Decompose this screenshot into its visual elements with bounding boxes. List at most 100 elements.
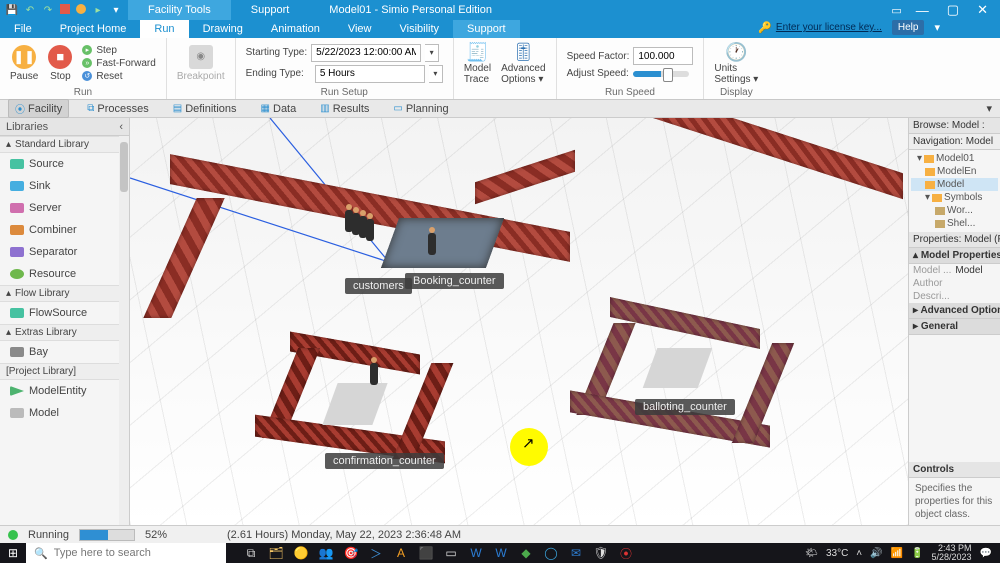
start-button[interactable]: ⊞ [0,546,26,560]
title-tab-facility-tools[interactable]: Facility Tools [128,0,231,20]
taskbar-search[interactable]: 🔍 Type here to search [26,543,226,563]
model-trace-button[interactable]: 🧾Model Trace [464,42,491,85]
wifi-icon[interactable]: 📶 [891,548,903,559]
help-dd-icon[interactable]: ▾ [934,21,940,34]
lib-item-sink[interactable]: Sink [0,175,129,197]
weather-temp[interactable]: 33°C [826,548,848,559]
breakpoint-button[interactable]: ◉Breakpoint [177,45,225,82]
qat-btn-icon[interactable] [60,4,70,14]
tab-data[interactable]: ▦Data [255,102,303,116]
record-icon[interactable]: ⦿ [619,546,633,560]
lib-item-server[interactable]: Server [0,197,129,219]
tab-results[interactable]: ▥Results [314,102,375,116]
qat-undo-icon[interactable]: ↶ [24,4,36,16]
ending-type-input[interactable] [315,65,425,83]
menu-animation[interactable]: Animation [257,20,334,38]
title-tab-support[interactable]: Support [231,0,310,20]
app-icon-1[interactable]: 🎯 [344,546,358,560]
explorer-icon[interactable]: 🗂 [269,546,283,560]
stop-button[interactable]: ■Stop [48,45,72,82]
enter-license-link[interactable]: Enter your license key... [776,22,888,33]
lib-item-source[interactable]: Source [0,153,129,175]
window-maximize-icon[interactable]: ▢ [947,2,959,18]
word-icon[interactable]: W [469,546,483,560]
ribbon-min-icon[interactable]: ▭ [891,4,901,17]
model-properties-hdr[interactable]: ▴ Model Properties [909,248,1000,264]
simio-icon[interactable]: ◆ [519,546,533,560]
pause-button[interactable]: ❚❚Pause [10,45,38,82]
taskbar-clock[interactable]: 2:43 PM 5/28/2023 [932,544,972,562]
tray-chevron-icon[interactable]: ˄ [856,548,862,559]
advanced-options-hdr[interactable]: ▸ Advanced Options [909,303,1000,319]
volume-icon[interactable]: 🔊 [870,548,882,559]
tab-processes[interactable]: ⧉Processes [81,102,155,116]
qat-save-icon[interactable]: 💾 [6,4,18,16]
starting-type-dd-icon[interactable]: ▾ [425,44,439,62]
taskview-icon[interactable]: ⧉ [244,546,258,560]
section-flow-library[interactable]: ▴Flow Library [0,285,129,302]
app-icon-a[interactable]: A [394,546,408,560]
prop-model-value[interactable]: Model [955,265,982,276]
section-standard-library[interactable]: ▴Standard Library [0,136,129,153]
section-project-library[interactable]: [Project Library] [0,363,129,380]
section-extras-library[interactable]: ▴Extras Library [0,324,129,341]
viewtabs-dd-icon[interactable]: ▾ [986,102,1000,115]
menu-view[interactable]: View [334,20,386,38]
starting-type-input[interactable] [311,44,421,62]
window-close-icon[interactable]: ✕ [977,2,988,18]
tree-wor[interactable]: Wor... [911,204,998,217]
step-button[interactable]: ▸Step [82,45,155,56]
app-status-bar: Running 52% (2.61 Hours) Monday, May 22,… [0,525,1000,543]
tree-model[interactable]: Model [911,178,998,191]
mail-icon[interactable]: ✉ [569,546,583,560]
facility-canvas[interactable]: customers Booking_counter confirmation_c… [130,118,908,525]
window-minimize-icon[interactable]: — [916,3,929,18]
units-settings-button[interactable]: 🕐Units Settings ▾ [714,42,758,85]
menu-support[interactable]: Support [453,20,520,38]
word2-icon[interactable]: W [494,546,508,560]
ending-type-dd-icon[interactable]: ▾ [429,65,443,83]
weather-icon[interactable]: 🌤 [805,548,818,559]
advanced-options-button[interactable]: 🎚Advanced Options ▾ [501,42,545,85]
lib-item-separator[interactable]: Separator [0,241,129,263]
powershell-icon[interactable]: ＞ [369,546,383,560]
notification-icon[interactable]: 💬 [980,548,992,559]
tree-symbols[interactable]: ▾Symbols [911,191,998,204]
tab-planning[interactable]: ▭Planning [387,102,454,116]
adjust-speed-slider[interactable] [633,71,689,77]
reset-button[interactable]: ↺Reset [82,71,155,82]
app-icon-2[interactable]: ▭ [444,546,458,560]
edge-icon[interactable]: ◯ [544,546,558,560]
chrome-icon[interactable]: 🟡 [294,546,308,560]
tree-shel[interactable]: Shel... [911,217,998,230]
security-icon[interactable]: 🛡 [594,546,608,560]
lib-item-model[interactable]: Model [0,402,129,424]
menu-drawing[interactable]: Drawing [189,20,257,38]
tab-definitions[interactable]: ▤Definitions [167,102,243,116]
lib-item-modelentity[interactable]: ModelEntity [0,380,129,402]
tree-model01[interactable]: ▾Model01 [911,152,998,165]
tree-modelen[interactable]: ModelEn [911,165,998,178]
help-button[interactable]: Help [892,20,925,35]
lib-item-bay[interactable]: Bay [0,341,129,363]
menu-run[interactable]: Run [140,20,188,38]
qat-dd-icon[interactable]: ▾ [110,4,122,16]
lib-item-combiner[interactable]: Combiner [0,219,129,241]
libraries-scrollbar[interactable] [119,136,129,525]
store-icon[interactable]: ⬛ [419,546,433,560]
teams-icon[interactable]: 👥 [319,546,333,560]
general-hdr[interactable]: ▸ General [909,319,1000,335]
qat-pause-icon[interactable] [76,4,86,14]
libraries-collapse-icon[interactable]: ‹ [119,121,123,133]
menu-visibility[interactable]: Visibility [386,20,454,38]
lib-item-resource[interactable]: Resource [0,263,129,285]
qat-play-icon[interactable]: ▸ [92,4,104,16]
qat-redo-icon[interactable]: ↷ [42,4,54,16]
speed-factor-input[interactable] [633,47,693,65]
fast-forward-button[interactable]: »Fast-Forward [82,58,155,69]
lib-item-flowsource[interactable]: FlowSource [0,302,129,324]
battery-icon[interactable]: 🔋 [911,548,923,559]
menu-file[interactable]: File [0,20,46,38]
tab-facility[interactable]: ⦿Facility [8,99,69,118]
menu-project-home[interactable]: Project Home [46,20,141,38]
